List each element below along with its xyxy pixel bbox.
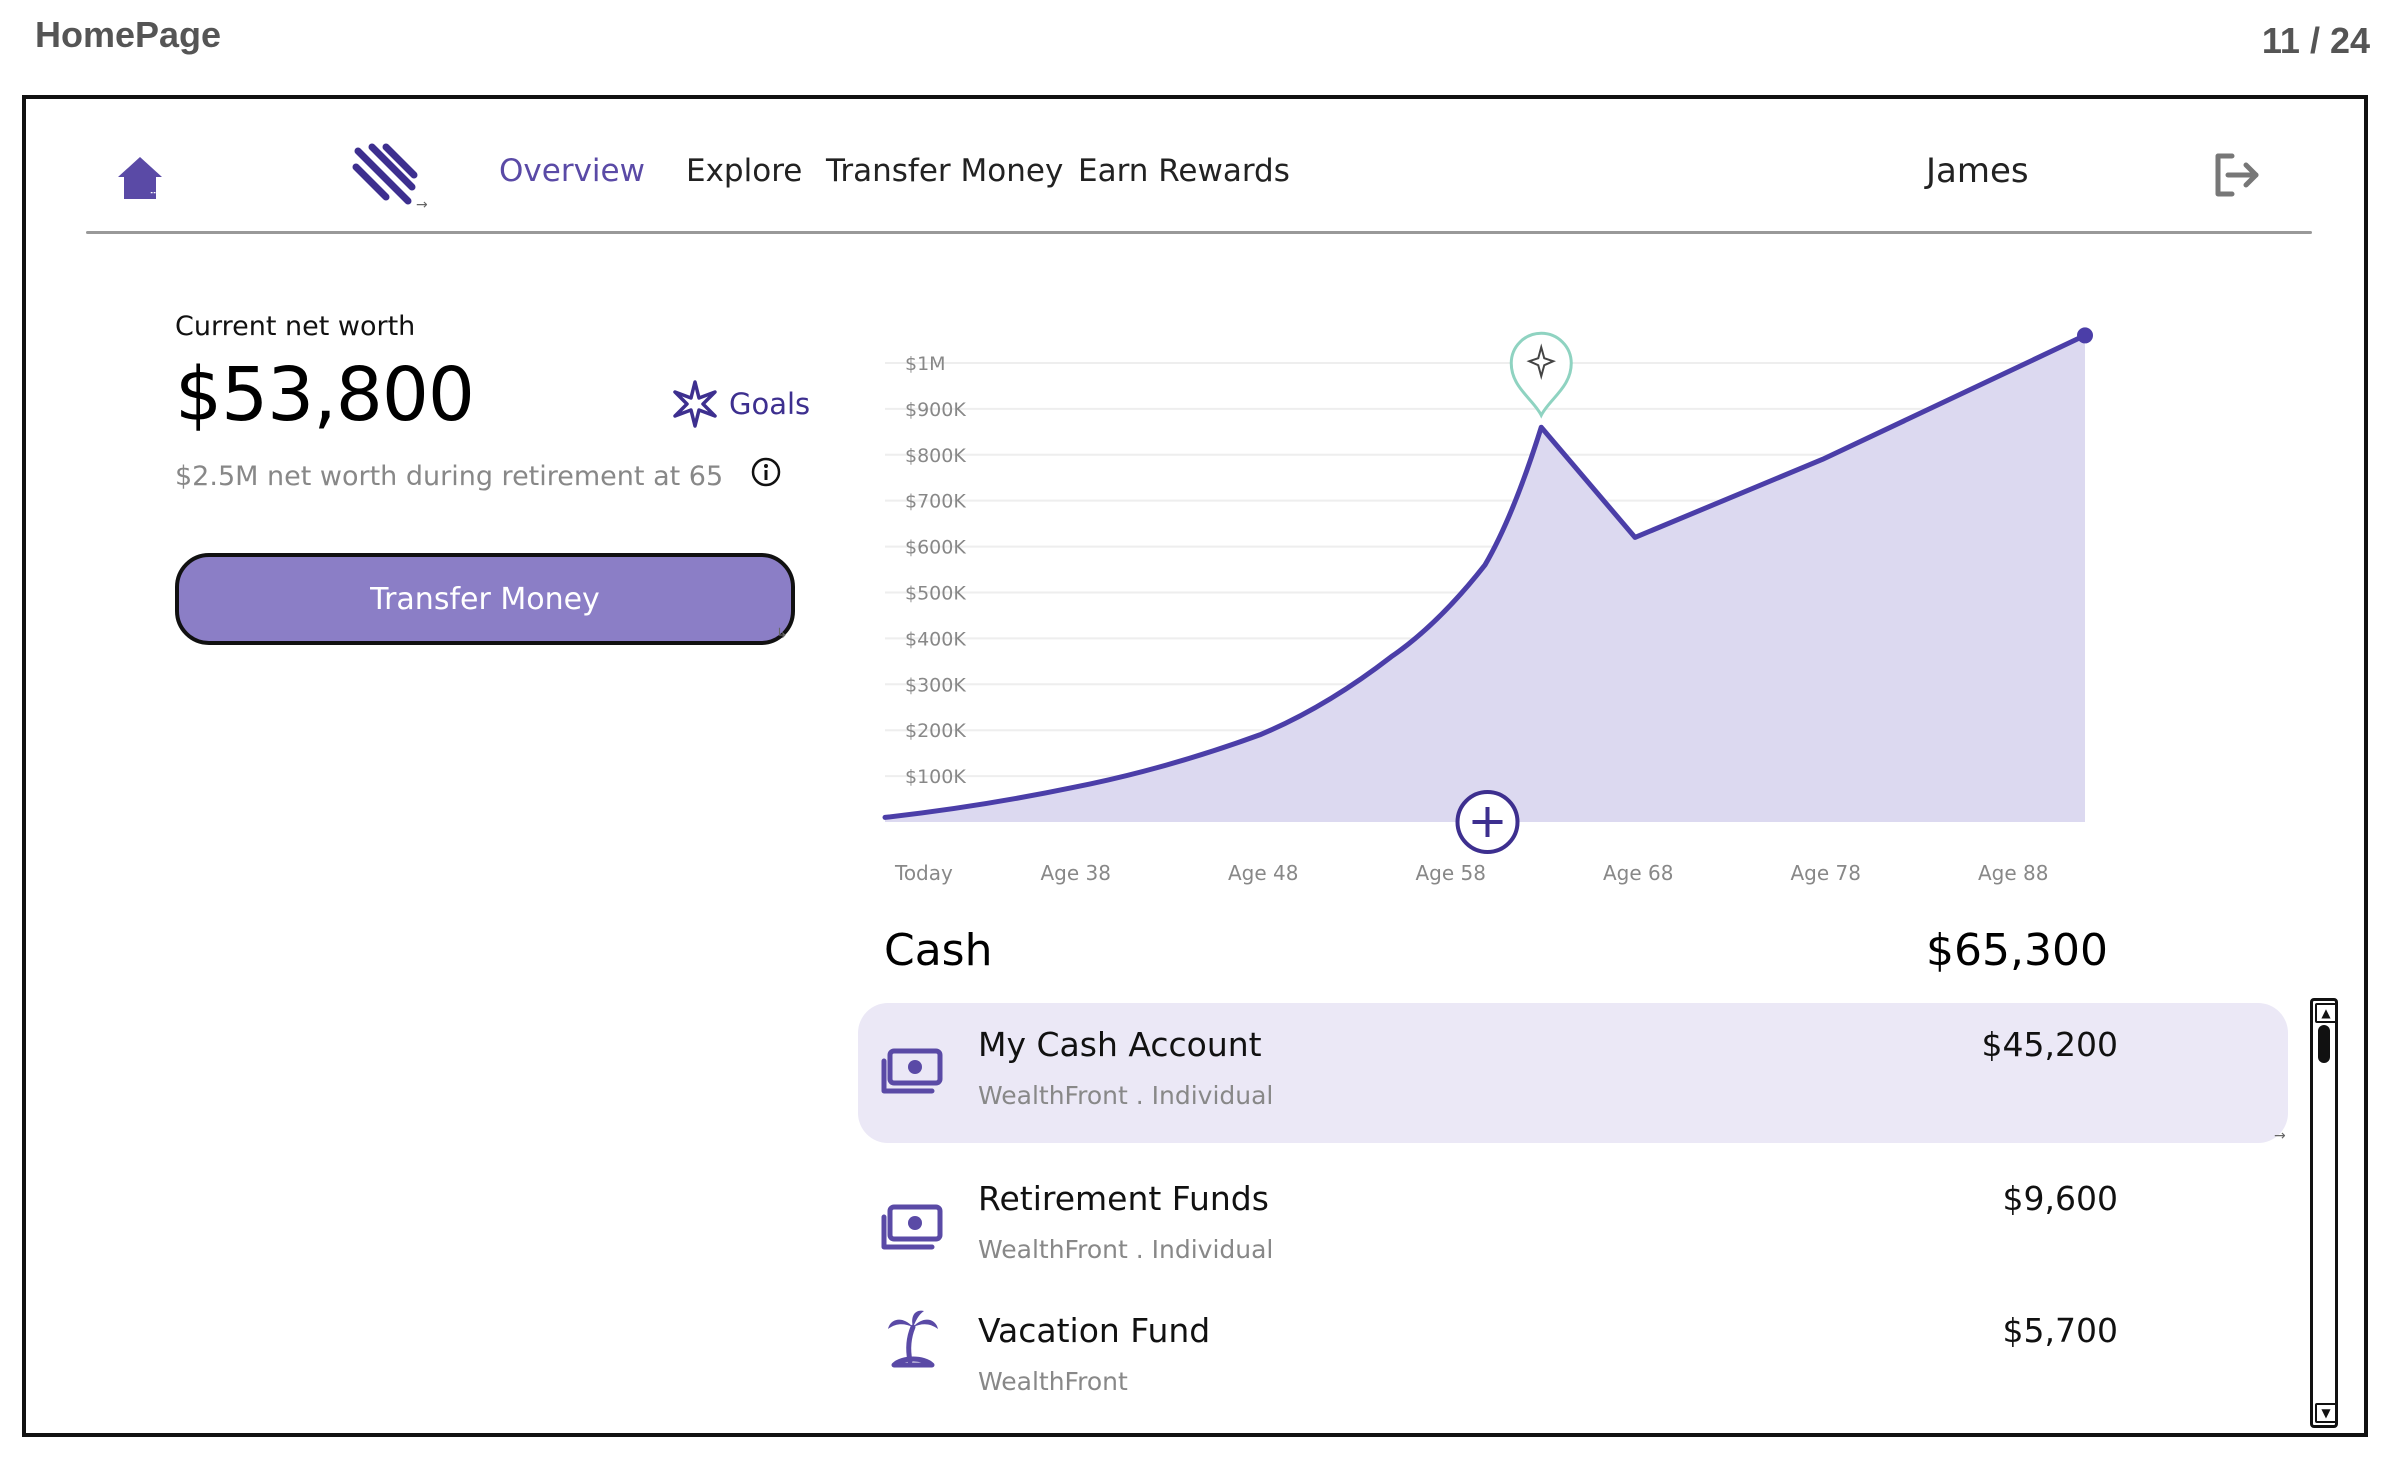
scroll-up-arrow-icon[interactable]: ▲: [2315, 1003, 2337, 1023]
account-row-my-cash[interactable]: My Cash Account WealthFront . Individual…: [858, 1003, 2288, 1143]
nav-transfer-money[interactable]: Transfer Money: [826, 153, 1063, 189]
y-tick-label: $500K: [905, 582, 966, 604]
x-tick-label: Age 58: [1416, 861, 1487, 885]
account-amount: $45,200: [1981, 1025, 2118, 1064]
y-tick-label: $600K: [905, 537, 966, 559]
net-worth-chart: $100K $200K $300K $400K $500K $600K $700K $800K…: [882, 327, 2093, 885]
y-tick-label: $400K: [905, 628, 966, 650]
account-name: My Cash Account: [978, 1025, 1262, 1064]
svg-text:⇢: ⇢: [150, 185, 162, 201]
retirement-projection-text: $2.5M net worth during retirement at 65: [175, 461, 724, 492]
account-name: Vacation Fund: [978, 1311, 1211, 1350]
y-tick-label: $300K: [905, 674, 966, 696]
page-title: HomePage: [35, 14, 222, 55]
arrow-icon: →: [2274, 1128, 2286, 1144]
striped-logo-icon[interactable]: →: [350, 143, 440, 213]
cash-stack-icon: [881, 1048, 943, 1094]
svg-text:→: →: [416, 197, 428, 213]
accounts-scrollbar[interactable]: ▲ ▼: [2310, 998, 2338, 1428]
x-tick-label: Age 68: [1603, 861, 1674, 885]
x-tick-label: Age 38: [1041, 861, 1112, 885]
arrow-icon: ↳: [776, 626, 788, 642]
account-amount: $9,600: [2002, 1179, 2118, 1218]
x-tick-label: Age 88: [1978, 861, 2049, 885]
logout-icon[interactable]: [2210, 150, 2266, 200]
account-subtitle: WealthFront . Individual: [978, 1081, 1274, 1110]
nav-earn-rewards[interactable]: Earn Rewards: [1078, 153, 1290, 189]
end-point: [2077, 327, 2093, 344]
x-tick-label: Age 78: [1791, 861, 1862, 885]
page-counter: 11 / 24: [2261, 20, 2370, 61]
y-tick-label: $900K: [905, 399, 966, 421]
account-subtitle: WealthFront . Individual: [978, 1235, 1274, 1264]
transfer-money-button[interactable]: Transfer Money: [175, 553, 795, 645]
y-tick-label: $800K: [905, 445, 966, 467]
info-icon[interactable]: [750, 456, 782, 488]
goals-label: Goals: [729, 387, 811, 421]
y-tick-label: $100K: [905, 766, 966, 788]
palm-tree-icon: [888, 1310, 938, 1368]
cash-stack-icon: [881, 1204, 943, 1250]
cash-section-title: Cash: [884, 925, 993, 976]
scroll-thumb[interactable]: [2318, 1025, 2330, 1063]
nav-overview-label: Overview: [499, 153, 645, 189]
x-tick-label: Today: [894, 861, 953, 885]
y-tick-label: $700K: [905, 491, 966, 513]
house-icon[interactable]: ⇢: [114, 153, 170, 203]
nav-divider: [86, 231, 2312, 234]
account-name: Retirement Funds: [978, 1179, 1269, 1218]
account-row-vacation[interactable]: Vacation Fund WealthFront $5,700: [858, 1289, 2288, 1429]
sparkle-icon: [673, 380, 717, 428]
nav-explore-label: Explore: [686, 153, 803, 189]
account-row-retirement[interactable]: Retirement Funds WealthFront . Individua…: [858, 1157, 2288, 1297]
nav-explore[interactable]: Explore: [686, 153, 802, 189]
y-tick-label: $200K: [905, 720, 966, 742]
cash-total: $65,300: [1926, 925, 2108, 976]
goals-button[interactable]: Goals: [671, 380, 810, 428]
account-amount: $5,700: [2002, 1311, 2118, 1350]
scroll-down-arrow-icon[interactable]: ▼: [2315, 1403, 2337, 1423]
x-tick-label: Age 48: [1228, 861, 1299, 885]
net-worth-label: Current net worth: [175, 311, 416, 342]
nav-transfer-money-label: Transfer Money: [826, 153, 1064, 189]
account-subtitle: WealthFront: [978, 1367, 1128, 1396]
net-worth-value: $53,800: [175, 352, 475, 438]
nav-overview[interactable]: Overview: [499, 153, 645, 189]
y-tick-label: $1M: [905, 353, 946, 375]
user-name[interactable]: James: [1926, 151, 2029, 191]
nav-earn-rewards-label: Earn Rewards: [1078, 153, 1290, 189]
